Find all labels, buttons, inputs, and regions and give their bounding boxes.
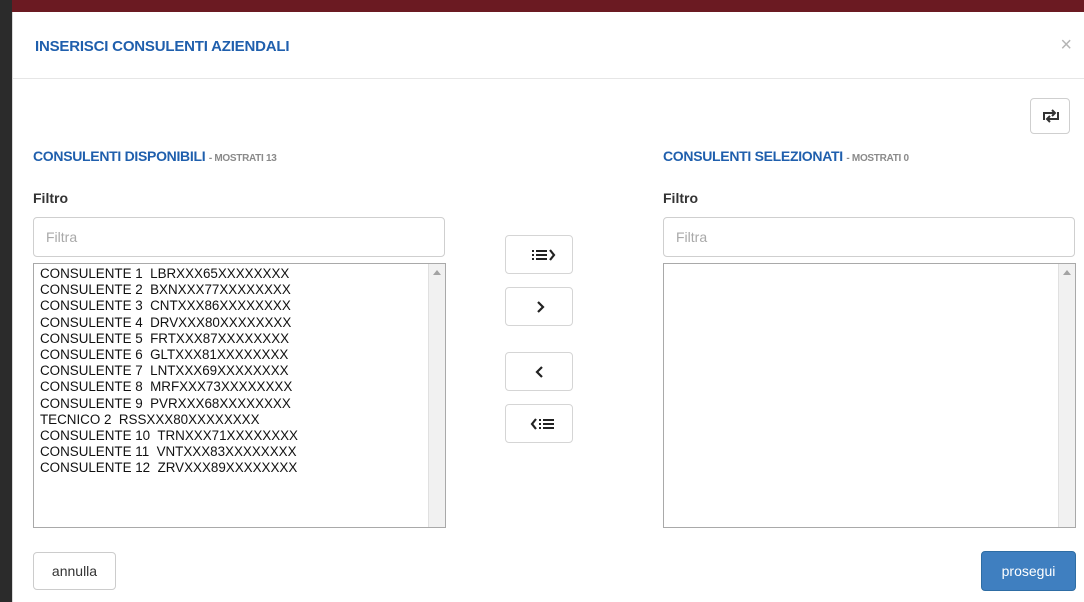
move-right-button[interactable] — [505, 287, 573, 326]
selected-listbox[interactable] — [663, 263, 1076, 528]
available-title: CONSULENTI DISPONIBILI — [33, 148, 206, 164]
move-left-button[interactable] — [505, 352, 573, 391]
list-item[interactable]: CONSULENTE 3 CNTXXX86XXXXXXXX — [40, 298, 445, 314]
move-all-left-icon — [530, 418, 554, 430]
list-item[interactable]: CONSULENTE 8 MRFXXX73XXXXXXXX — [40, 379, 445, 395]
list-item[interactable]: CONSULENTE 4 DRVXXX80XXXXXXXX — [40, 315, 445, 331]
available-list: CONSULENTE 1 LBRXXX65XXXXXXXX CONSULENTE … — [34, 264, 445, 477]
list-item[interactable]: CONSULENTE 9 PVRXXX68XXXXXXXX — [40, 396, 445, 412]
cancel-button[interactable]: annulla — [33, 552, 116, 590]
move-all-right-button[interactable] — [505, 235, 573, 274]
available-section-title: CONSULENTI DISPONIBILI - MOSTRATI 13 — [33, 148, 277, 164]
close-icon[interactable]: × — [1060, 34, 1072, 57]
move-all-right-icon — [532, 249, 556, 261]
background-header-strip — [0, 0, 1084, 12]
selected-filter-label: Filtro — [663, 190, 698, 206]
list-item[interactable]: CONSULENTE 6 GLTXXX81XXXXXXXX — [40, 347, 445, 363]
chevron-left-icon — [535, 366, 543, 378]
list-item[interactable]: CONSULENTE 11 VNTXXX83XXXXXXXX — [40, 444, 445, 460]
modal-header: INSERISCI CONSULENTI AZIENDALI × — [13, 12, 1084, 79]
selected-count: - MOSTRATI 0 — [846, 153, 909, 164]
available-scrollbar[interactable] — [428, 264, 445, 527]
available-filter-input[interactable] — [33, 217, 445, 257]
list-item[interactable]: CONSULENTE 12 ZRVXXX89XXXXXXXX — [40, 460, 445, 476]
available-listbox[interactable]: CONSULENTE 1 LBRXXX65XXXXXXXX CONSULENTE … — [33, 263, 446, 528]
available-filter-label: Filtro — [33, 190, 68, 206]
list-item[interactable]: CONSULENTE 7 LNTXXX69XXXXXXXX — [40, 363, 445, 379]
swap-lists-button[interactable] — [1030, 98, 1070, 134]
list-item[interactable]: CONSULENTE 2 BXNXXX77XXXXXXXX — [40, 282, 445, 298]
move-all-left-button[interactable] — [505, 404, 573, 443]
swap-lists-icon — [1043, 109, 1059, 123]
proceed-button[interactable]: prosegui — [981, 551, 1076, 591]
chevron-right-icon — [537, 301, 545, 313]
scroll-up-arrow-icon[interactable] — [433, 270, 441, 275]
available-count: - MOSTRATI 13 — [208, 153, 277, 164]
list-item[interactable]: CONSULENTE 5 FRTXXX87XXXXXXXX — [40, 331, 445, 347]
selected-title: CONSULENTI SELEZIONATI — [663, 148, 843, 164]
consultants-modal: INSERISCI CONSULENTI AZIENDALI × CONSULE… — [12, 12, 1084, 602]
list-item[interactable]: CONSULENTE 10 TRNXXX71XXXXXXXX — [40, 428, 445, 444]
selected-section-title: CONSULENTI SELEZIONATI - MOSTRATI 0 — [663, 148, 909, 164]
background-left-strip — [0, 0, 12, 602]
list-item[interactable]: TECNICO 2 RSSXXX80XXXXXXXX — [40, 412, 445, 428]
selected-list — [664, 264, 1075, 266]
selected-scrollbar[interactable] — [1058, 264, 1075, 527]
selected-filter-input[interactable] — [663, 217, 1075, 257]
list-item[interactable]: CONSULENTE 1 LBRXXX65XXXXXXXX — [40, 266, 445, 282]
scroll-up-arrow-icon[interactable] — [1063, 270, 1071, 275]
modal-title: INSERISCI CONSULENTI AZIENDALI — [35, 38, 290, 55]
